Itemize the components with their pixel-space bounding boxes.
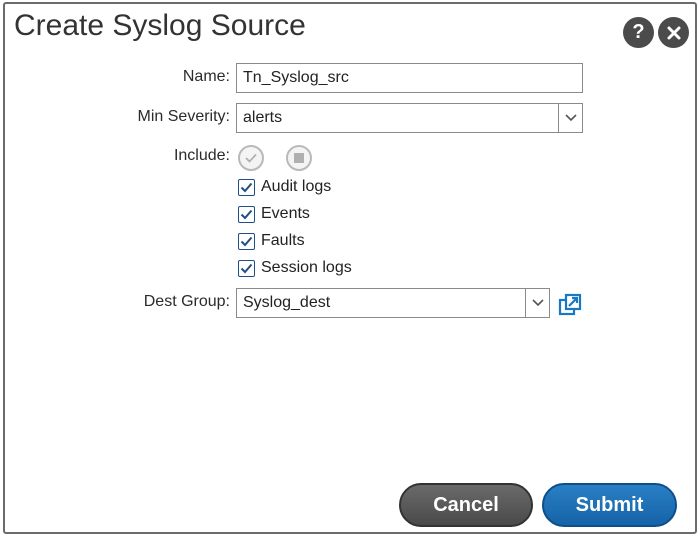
audit-logs-label: Audit logs — [261, 178, 332, 195]
include-session-logs[interactable]: Session logs — [238, 258, 352, 278]
name-input[interactable]: Tn_Syslog_src — [236, 63, 583, 93]
cancel-button[interactable]: Cancel — [399, 483, 533, 527]
events-label: Events — [261, 205, 310, 222]
include-events[interactable]: Events — [238, 204, 310, 224]
uncheck-all-glyph — [294, 153, 304, 163]
name-input-value: Tn_Syslog_src — [243, 69, 349, 86]
chevron-down-icon[interactable] — [558, 104, 582, 132]
include-audit-logs[interactable]: Audit logs — [238, 177, 331, 197]
submit-button[interactable]: Submit — [542, 483, 677, 527]
name-label: Name: — [182, 68, 230, 85]
help-icon[interactable]: ? — [623, 17, 654, 48]
check-glyph — [240, 182, 253, 192]
check-glyph — [240, 263, 253, 273]
chevron-down-icon[interactable] — [525, 289, 549, 317]
close-x-glyph — [667, 26, 680, 39]
min-severity-label: Min Severity: — [137, 108, 230, 125]
min-severity-value: alerts — [243, 109, 283, 126]
checkbox-checked-icon[interactable] — [238, 232, 255, 250]
uncheck-all-icon[interactable] — [286, 145, 312, 171]
check-all-icon[interactable] — [238, 145, 264, 171]
checkbox-checked-icon[interactable] — [238, 259, 255, 277]
chevron-glyph — [564, 114, 577, 122]
dest-group-select[interactable]: Syslog_dest — [236, 288, 550, 318]
dest-group-value: Syslog_dest — [243, 294, 331, 311]
dest-group-label: Dest Group: — [143, 293, 230, 310]
check-glyph — [240, 236, 253, 246]
open-external-glyph — [558, 293, 582, 316]
close-icon[interactable] — [658, 17, 689, 48]
min-severity-select[interactable]: alerts — [236, 103, 583, 133]
check-all-glyph — [245, 153, 257, 163]
dialog-title: Create Syslog Source — [14, 9, 306, 42]
create-syslog-source-dialog: Create Syslog Source ? Name: Tn_Syslog_s… — [3, 2, 697, 534]
checkbox-checked-icon[interactable] — [238, 178, 255, 196]
include-label: Include: — [173, 147, 230, 164]
chevron-glyph — [531, 299, 544, 307]
checkbox-checked-icon[interactable] — [238, 205, 255, 223]
faults-label: Faults — [261, 232, 305, 249]
session-logs-label: Session logs — [261, 259, 352, 276]
check-glyph — [240, 209, 253, 219]
open-external-icon[interactable] — [558, 293, 582, 317]
include-faults[interactable]: Faults — [238, 231, 305, 251]
